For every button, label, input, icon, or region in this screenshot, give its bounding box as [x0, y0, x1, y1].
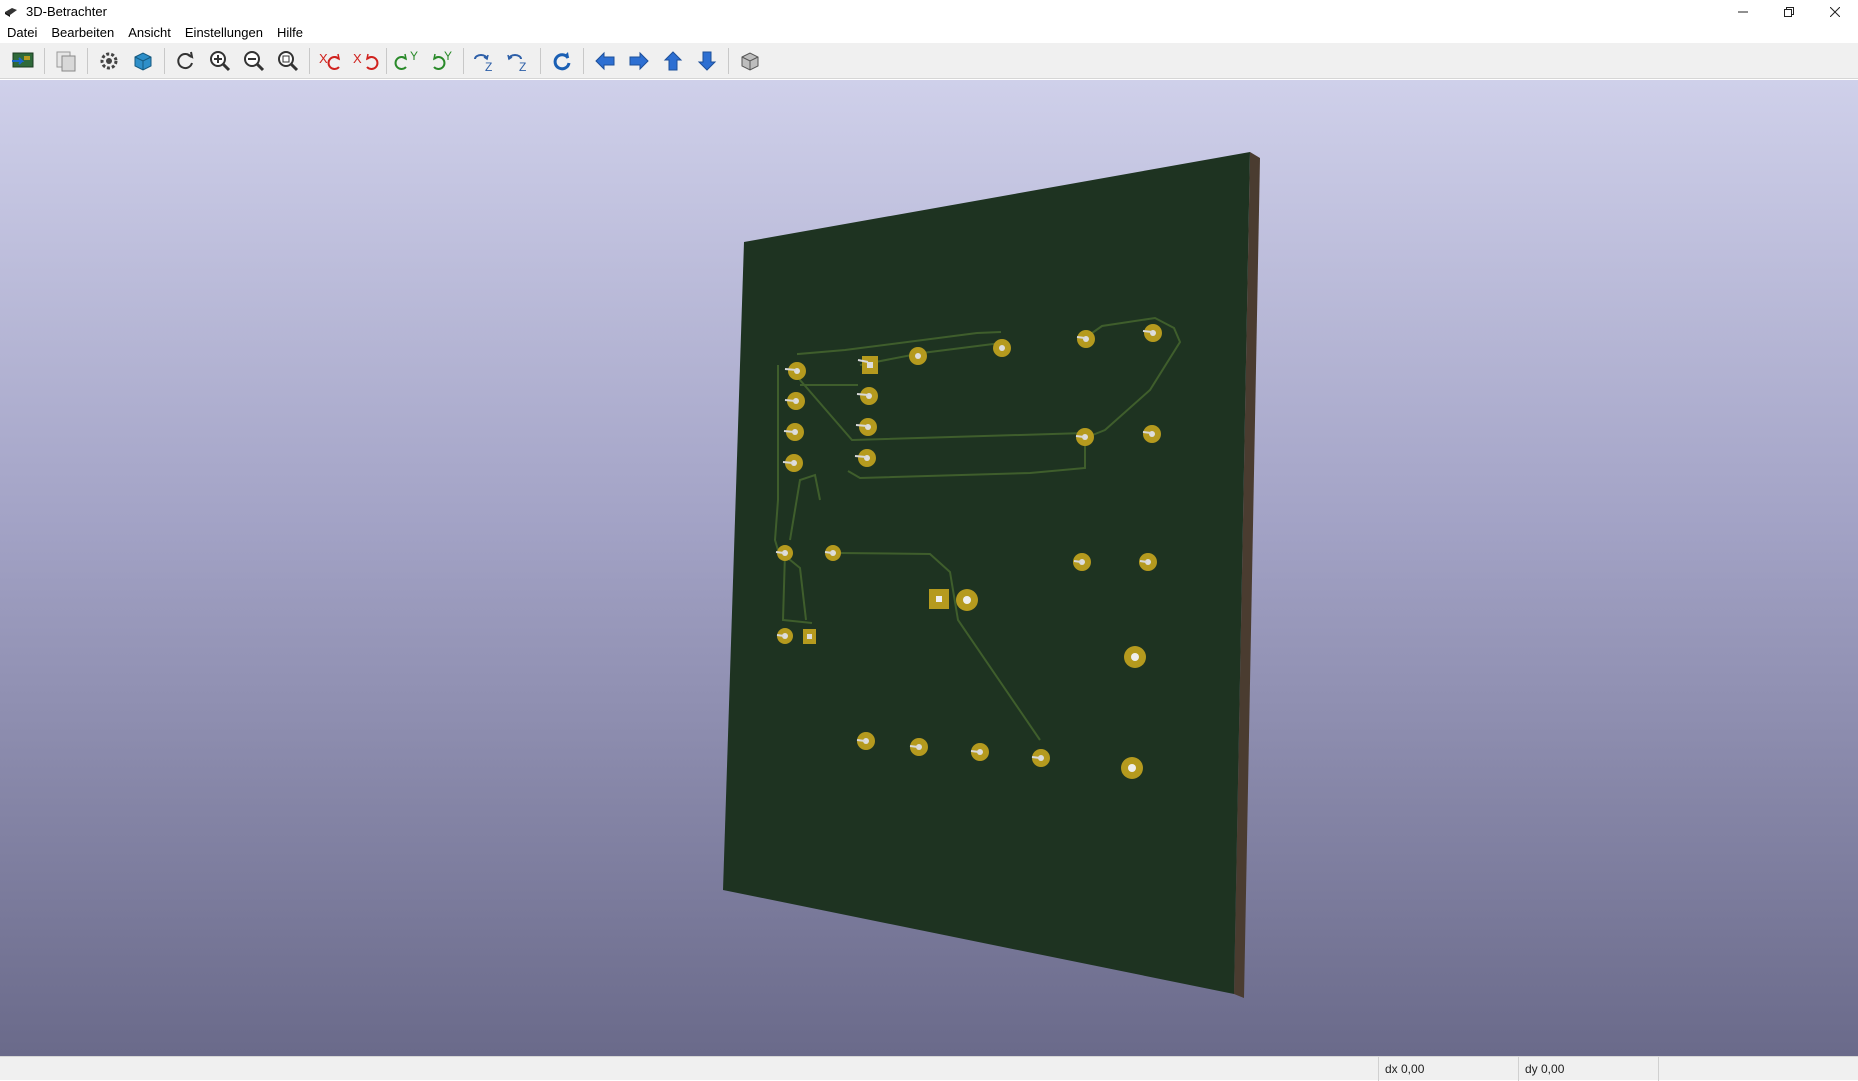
- pad: [993, 339, 1011, 357]
- toolbar-separator: [309, 47, 310, 74]
- toolbar-separator: [463, 47, 464, 74]
- svg-text:Y: Y: [410, 49, 418, 63]
- svg-text:Z: Z: [519, 60, 526, 73]
- pad: [1124, 646, 1146, 668]
- zoom-fit-button[interactable]: [271, 45, 305, 77]
- rotate-x-ccw-button[interactable]: X: [348, 45, 382, 77]
- raytracing-button[interactable]: [126, 45, 160, 77]
- copy-image-button[interactable]: [49, 45, 83, 77]
- 3d-scene: [723, 152, 1260, 998]
- toolbar-separator: [728, 47, 729, 74]
- pan-down-button[interactable]: [690, 45, 724, 77]
- rotate-x-cw-button[interactable]: X: [314, 45, 348, 77]
- ortho-view-icon: [741, 51, 759, 71]
- toolbar-separator: [44, 47, 45, 74]
- flip-board-button[interactable]: [545, 45, 579, 77]
- flip-board-icon: [553, 51, 571, 70]
- settings-button[interactable]: [92, 45, 126, 77]
- pan-left-button[interactable]: [588, 45, 622, 77]
- rotate-y-ccw-icon: Y: [432, 49, 452, 70]
- restore-button[interactable]: [1766, 0, 1812, 23]
- pad: [1144, 324, 1162, 342]
- rotate-y-cw-icon: Y: [394, 49, 418, 70]
- pad: [909, 347, 927, 365]
- pad: [1121, 757, 1143, 779]
- raytracing-icon: [134, 51, 152, 71]
- minimize-icon: [1738, 11, 1748, 12]
- restore-icon: [1784, 6, 1794, 17]
- reload-board-icon: [12, 52, 34, 67]
- zoom-in-button[interactable]: [203, 45, 237, 77]
- minimize-button[interactable]: [1720, 0, 1766, 23]
- svg-text:X: X: [319, 51, 328, 66]
- pan-down-icon: [697, 51, 717, 71]
- rotate-z-cw-button[interactable]: Z: [468, 45, 502, 77]
- rotate-y-cw-button[interactable]: Y: [391, 45, 425, 77]
- pan-right-button[interactable]: [622, 45, 656, 77]
- close-icon: [1830, 6, 1840, 17]
- rotate-x-ccw-icon: X: [353, 51, 379, 70]
- menu-datei[interactable]: Datei: [0, 23, 44, 43]
- title-bar: 3D-Betrachter: [0, 0, 1858, 23]
- pan-up-button[interactable]: [656, 45, 690, 77]
- status-dx: dx 0,00: [1378, 1057, 1518, 1081]
- pad: [1077, 330, 1095, 348]
- pad: [859, 418, 877, 436]
- toolbar-separator: [164, 47, 165, 74]
- redraw-icon: [177, 51, 194, 69]
- copy-image-icon: [56, 51, 76, 71]
- pad: [1143, 425, 1161, 443]
- toolbar-separator: [87, 47, 88, 74]
- zoom-in-icon: [210, 50, 231, 71]
- menu-hilfe[interactable]: Hilfe: [270, 23, 310, 43]
- menu-bearbeiten[interactable]: Bearbeiten: [44, 23, 121, 43]
- toolbar-separator: [386, 47, 387, 74]
- pan-left-icon: [595, 51, 615, 70]
- pan-right-icon: [629, 51, 649, 70]
- app-icon: [4, 4, 20, 20]
- pad: [788, 362, 806, 380]
- svg-text:X: X: [353, 51, 362, 66]
- rotate-z-ccw-icon: Z: [507, 53, 526, 73]
- redraw-button[interactable]: [169, 45, 203, 77]
- ortho-view-button[interactable]: [733, 45, 767, 77]
- status-empty: [1658, 1057, 1858, 1081]
- pad-square: [803, 629, 816, 644]
- rotate-y-ccw-button[interactable]: Y: [425, 45, 459, 77]
- close-button[interactable]: [1812, 0, 1858, 23]
- pcb-board: [723, 152, 1250, 994]
- status-dy: dy 0,00: [1518, 1057, 1658, 1081]
- settings-icon: [100, 52, 118, 69]
- pad: [860, 387, 878, 405]
- window-title: 3D-Betrachter: [26, 4, 107, 19]
- zoom-fit-icon: [278, 50, 299, 71]
- menu-einstellungen[interactable]: Einstellungen: [178, 23, 270, 43]
- pad: [858, 449, 876, 467]
- pad-square: [929, 589, 949, 609]
- zoom-out-icon: [244, 50, 265, 71]
- pad: [956, 589, 978, 611]
- rotate-z-cw-icon: Z: [474, 53, 492, 73]
- svg-text:Y: Y: [444, 49, 452, 63]
- menu-bar: Datei Bearbeiten Ansicht Einstellungen H…: [0, 23, 1858, 43]
- 3d-viewport[interactable]: [0, 80, 1858, 1056]
- rotate-x-cw-icon: X: [319, 51, 341, 70]
- toolbar-separator: [540, 47, 541, 74]
- menu-ansicht[interactable]: Ansicht: [121, 23, 178, 43]
- svg-text:Z: Z: [485, 60, 492, 73]
- rotate-z-ccw-button[interactable]: Z: [502, 45, 536, 77]
- reload-board-button[interactable]: [6, 45, 40, 77]
- pan-up-icon: [663, 50, 683, 70]
- zoom-out-button[interactable]: [237, 45, 271, 77]
- toolbar-separator: [583, 47, 584, 74]
- pad-square: [862, 356, 878, 374]
- status-bar: dx 0,00 dy 0,00: [0, 1056, 1858, 1081]
- toolbar: X X Y Y Z Z: [0, 43, 1858, 79]
